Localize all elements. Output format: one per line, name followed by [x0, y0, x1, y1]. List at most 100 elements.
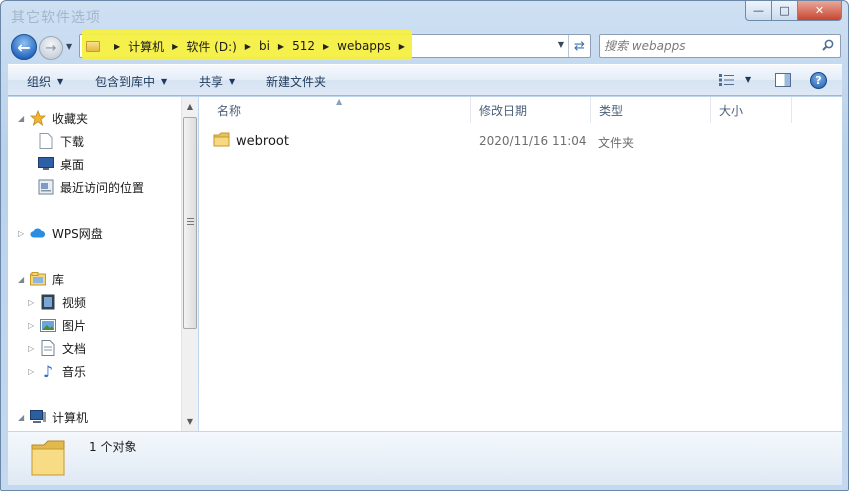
breadcrumb-drive-d[interactable]: 软件 (D:) — [186, 38, 236, 55]
computer-icon — [30, 409, 46, 425]
preview-pane-icon[interactable] — [775, 73, 791, 87]
refresh-button[interactable]: ⇄ — [568, 35, 590, 57]
music-note-icon: ♪ — [42, 361, 54, 381]
expanded-arrow-icon[interactable]: ◢ — [18, 275, 28, 284]
recent-pages-dropdown[interactable]: ▼ — [66, 42, 72, 51]
collapsed-arrow-icon[interactable]: ▷ — [28, 344, 38, 353]
nav-scrollbar[interactable]: ▲ ▼ — [181, 97, 198, 431]
view-options-icon[interactable] — [719, 74, 735, 86]
column-header-modified[interactable]: 修改日期 — [471, 97, 591, 123]
maximize-button[interactable]: □ — [772, 1, 798, 21]
nav-wps-label: WPS网盘 — [52, 226, 103, 241]
nav-item-desktop[interactable]: 桌面 — [38, 154, 84, 174]
scroll-down-icon[interactable]: ▼ — [182, 413, 198, 429]
nav-computer-label: 计算机 — [52, 410, 89, 425]
chevron-right-icon[interactable]: ▶ — [172, 42, 178, 51]
grip-icon — [187, 218, 194, 225]
nav-favorites-label: 收藏夹 — [52, 111, 89, 126]
column-modified-label: 修改日期 — [479, 103, 528, 118]
chevron-right-icon[interactable]: ▶ — [278, 42, 284, 51]
document-icon — [40, 340, 56, 356]
list-item[interactable]: webroot — [213, 131, 289, 151]
nav-computer[interactable]: ◢ 计算机 — [18, 407, 88, 427]
breadcrumb-bi[interactable]: bi — [259, 39, 270, 53]
expanded-arrow-icon[interactable]: ◢ — [18, 114, 28, 123]
chevron-right-icon[interactable]: ▶ — [245, 42, 251, 51]
chevron-down-icon: ▼ — [229, 77, 236, 86]
address-history-dropdown[interactable]: ▼ — [558, 40, 564, 49]
view-dropdown-chevron-icon[interactable]: ▼ — [745, 75, 751, 84]
desktop-icon — [38, 156, 54, 172]
address-bar[interactable]: ▶ 计算机 ▶ 软件 (D:) ▶ bi ▶ 512 ▶ webapps ▶ ▼… — [79, 30, 591, 60]
nav-libraries-label: 库 — [52, 272, 65, 287]
breadcrumb-webapps[interactable]: webapps — [337, 39, 391, 53]
nav-item-label: 桌面 — [60, 157, 85, 172]
chevron-down-icon: ▼ — [57, 77, 64, 86]
collapsed-arrow-icon[interactable]: ▷ — [28, 367, 38, 376]
nav-item-label: 音乐 — [62, 364, 87, 379]
column-name-label: 名称 — [217, 103, 242, 118]
nav-item-recent-places[interactable]: 最近访问的位置 — [38, 177, 144, 197]
scroll-up-icon[interactable]: ▲ — [182, 98, 198, 114]
column-type-label: 类型 — [599, 103, 624, 118]
window-controls: — □ ✕ — [745, 1, 842, 21]
nav-favorites[interactable]: ◢ 收藏夹 — [18, 108, 88, 128]
nav-item-music[interactable]: ▷ ♪ 音乐 — [28, 361, 86, 381]
organize-menu[interactable]: 组织 ▼ — [27, 73, 63, 90]
title-bar[interactable]: 其它软件选项 — □ ✕ — [1, 1, 848, 33]
folder-icon — [31, 440, 65, 476]
forward-arrow-icon: → — [45, 40, 57, 56]
nav-item-label: 文档 — [62, 341, 87, 356]
nav-item-label: 视频 — [62, 295, 87, 310]
share-menu[interactable]: 共享 ▼ — [199, 73, 235, 90]
chevron-right-icon[interactable]: ▶ — [399, 42, 405, 51]
search-box[interactable] — [599, 34, 841, 58]
nav-item-videos[interactable]: ▷ 视频 — [28, 292, 86, 312]
breadcrumb-512[interactable]: 512 — [292, 39, 315, 53]
star-icon — [30, 110, 46, 126]
file-name[interactable]: webroot — [236, 134, 289, 149]
nav-libraries[interactable]: ◢ 库 — [18, 269, 64, 289]
breadcrumb-computer[interactable]: 计算机 — [128, 38, 164, 55]
close-button[interactable]: ✕ — [798, 1, 842, 21]
library-icon — [30, 271, 46, 287]
nav-item-pictures[interactable]: ▷ 图片 — [28, 315, 86, 335]
collapsed-arrow-icon[interactable]: ▷ — [18, 229, 28, 238]
chevron-right-icon[interactable]: ▶ — [114, 42, 120, 51]
column-header-size[interactable]: 大小 — [711, 97, 792, 123]
new-folder-button[interactable]: 新建文件夹 — [266, 73, 326, 90]
column-header-type[interactable]: 类型 — [591, 97, 711, 123]
chevron-down-icon: ▼ — [161, 77, 168, 86]
nav-wps-drive[interactable]: ▷ WPS网盘 — [18, 223, 103, 243]
details-pane: 1 个对象 — [8, 431, 842, 485]
document-icon — [38, 133, 54, 149]
help-icon[interactable]: ? — [810, 72, 827, 89]
folder-icon — [86, 40, 100, 52]
nav-item-documents[interactable]: ▷ 文档 — [28, 338, 86, 358]
scroll-thumb[interactable] — [183, 117, 197, 329]
collapsed-arrow-icon[interactable]: ▷ — [28, 321, 38, 330]
share-label: 共享 — [199, 75, 224, 89]
collapsed-arrow-icon[interactable]: ▷ — [28, 298, 38, 307]
forward-button[interactable]: → — [39, 36, 63, 60]
back-button[interactable]: ← — [11, 34, 37, 60]
column-size-label: 大小 — [719, 103, 744, 118]
picture-icon — [40, 317, 56, 333]
nav-item-label: 图片 — [62, 318, 87, 333]
file-type: 文件夹 — [598, 136, 635, 150]
nav-item-downloads[interactable]: 下载 — [38, 131, 84, 151]
refresh-icon: ⇄ — [574, 38, 585, 54]
back-arrow-icon: ← — [17, 37, 31, 57]
organize-label: 组织 — [27, 75, 52, 89]
search-input[interactable] — [604, 38, 814, 54]
folder-icon — [213, 132, 231, 151]
navigation-pane: ◢ 收藏夹 下载 桌面 最近访问的位置 ▷ WPS网盘 ◢ 库 ▷ 视频 ▷ 图… — [8, 97, 198, 431]
sort-ascending-icon: ▲ — [336, 97, 343, 106]
chevron-right-icon[interactable]: ▶ — [323, 42, 329, 51]
include-in-library-menu[interactable]: 包含到库中 ▼ — [95, 73, 167, 90]
file-list: 名称 ▲ 修改日期 类型 大小 webroot 2020/11/16 11:04… — [199, 97, 842, 431]
search-icon[interactable] — [822, 39, 834, 51]
expanded-arrow-icon[interactable]: ◢ — [18, 413, 28, 422]
minimize-button[interactable]: — — [745, 1, 772, 21]
nav-item-label: 最近访问的位置 — [60, 180, 145, 195]
